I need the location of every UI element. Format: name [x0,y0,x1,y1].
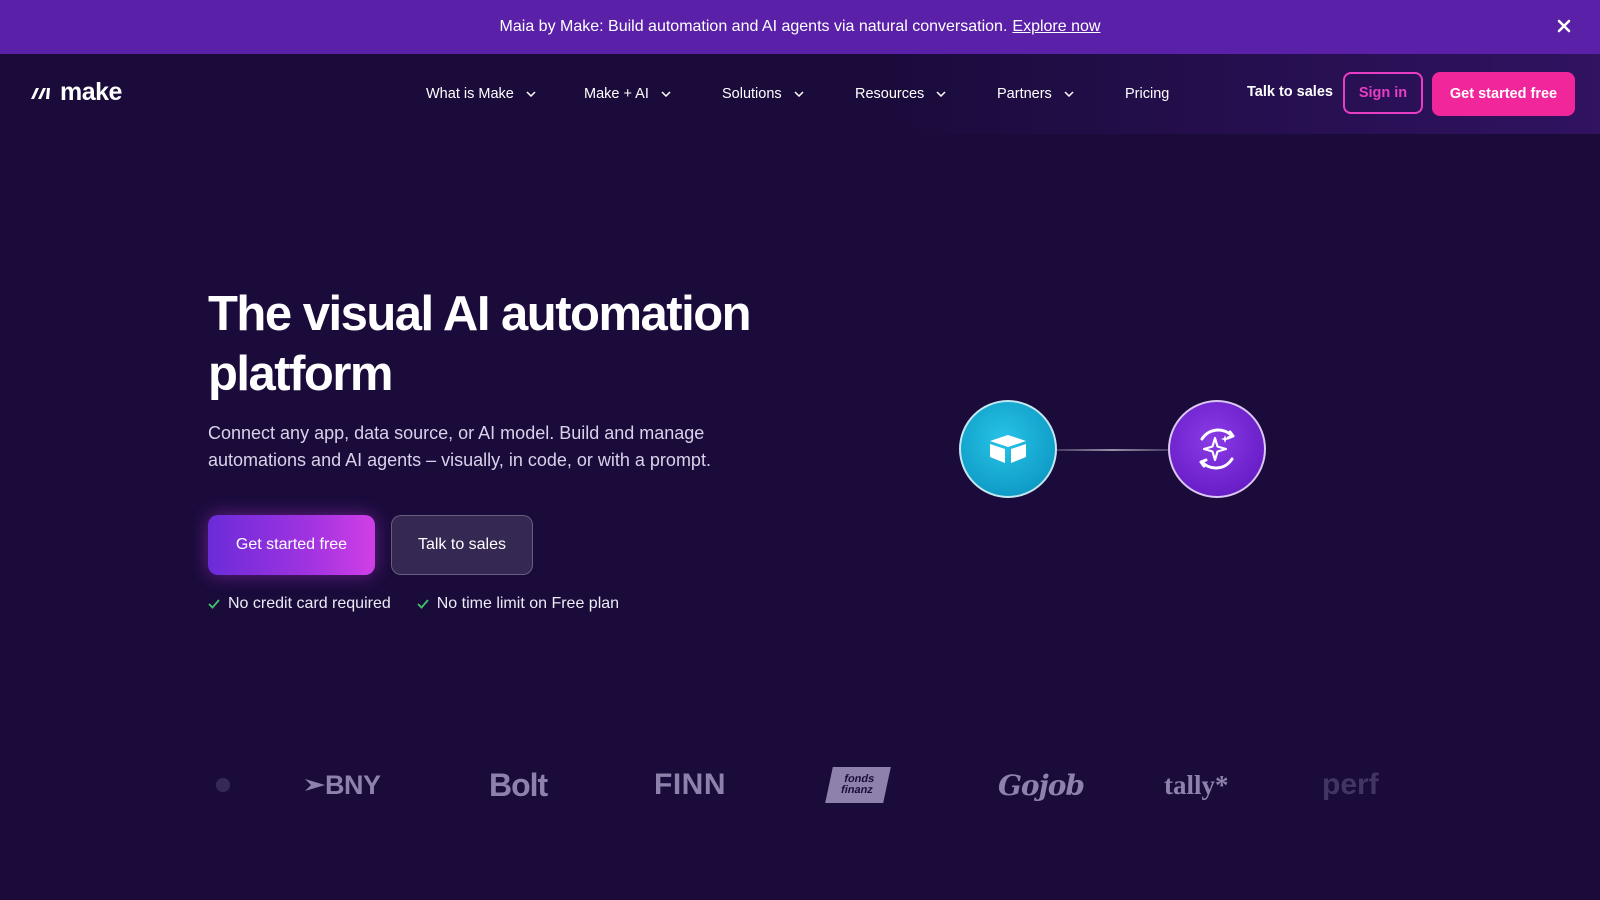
logo-gojob: Gojob [998,755,1085,815]
menu-label: Make + AI [584,86,649,102]
top-nav: make What is Make Make + AI Solutions Re… [0,54,1600,134]
chevron-down-icon [1064,91,1074,97]
box-icon [990,435,1026,463]
check-label: No credit card required [228,595,391,612]
check-label: No time limit on Free plan [436,595,620,612]
menu-partners[interactable]: Partners [997,86,1125,102]
menu-pricing[interactable]: Pricing [1125,86,1169,102]
main-menu: What is Make Make + AI Solutions Resourc… [426,54,1169,134]
app-node-box [959,400,1057,498]
ai-sparkle-icon [1199,428,1235,470]
chevron-down-icon [936,91,946,97]
partial-logo-icon [216,778,230,792]
make-logo-icon [31,88,50,99]
logo-text: tally* [1164,769,1229,800]
check-item: No time limit on Free plan [417,595,619,613]
logo-fonds-finanz: fonds finanz [825,755,891,815]
menu-label: Partners [997,86,1052,102]
logo-text: make [60,77,122,106]
menu-label: Solutions [722,86,782,102]
logo-text: perf [1322,768,1379,801]
announcement-banner: Maia by Make: Build automation and AI ag… [0,0,1600,54]
menu-label: Resources [855,86,925,102]
menu-what-is-make[interactable]: What is Make [426,86,584,102]
logo-tally: tally* [1164,755,1229,815]
talk-to-sales-link[interactable]: Talk to sales [1247,84,1333,100]
hero-subtitle-line1: Connect any app, data source, or AI mode… [208,423,705,443]
ai-node [1168,400,1266,498]
close-icon[interactable] [1554,16,1574,36]
chevron-down-icon [526,91,536,97]
hero-title-line1: The visual AI automation [208,287,752,341]
menu-make-ai[interactable]: Make + AI [584,86,722,102]
logo-finn: FINN [654,755,726,815]
customer-logos: BNY Bolt FINN fonds finanz Gojob tally* … [0,755,1600,815]
menu-solutions[interactable]: Solutions [722,86,855,102]
banner-text: Maia by Make: Build automation and AI ag… [499,18,1008,35]
logo-partial-left [214,755,234,815]
node-connector [1057,449,1168,451]
talk-to-sales-button[interactable]: Talk to sales [391,515,533,575]
logo-partial-right: perf [1322,755,1384,815]
get-started-button[interactable]: Get started free [208,515,375,575]
feature-checks: No credit card required No time limit on… [208,595,619,613]
hero-subtitle-line2: automations and AI agents – visually, in… [208,450,711,470]
logo-bny: BNY [305,755,381,815]
hero-title: The visual AI automation platform [208,284,808,404]
logo-text: Gojob [998,768,1085,802]
get-started-nav-button[interactable]: Get started free [1432,72,1575,116]
check-item: No credit card required [208,595,391,613]
logo-text: fonds finanz [839,773,876,796]
menu-label: Pricing [1125,86,1170,102]
checkmark-icon [417,599,429,609]
hero-title-line2: platform [208,347,394,401]
logo-text: BNY [325,769,381,800]
menu-resources[interactable]: Resources [855,86,997,102]
bny-arrow-icon [305,779,325,791]
make-logo[interactable]: make [30,76,122,108]
logo-text: Bolt [489,766,548,803]
logo-text: FINN [654,768,726,801]
banner-explore-link[interactable]: Explore now [1012,18,1100,36]
chevron-down-icon [661,91,671,97]
logo-bolt: Bolt [489,755,548,815]
sign-in-button[interactable]: Sign in [1343,72,1423,114]
menu-label: What is Make [426,86,514,102]
chevron-down-icon [794,91,804,97]
hero-subtitle: Connect any app, data source, or AI mode… [208,420,768,474]
checkmark-icon [208,599,220,609]
